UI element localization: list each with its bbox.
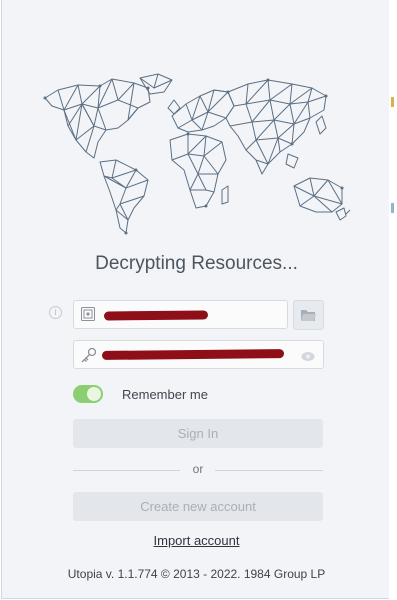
storage-path-field[interactable] [73,300,288,329]
world-map-illustration [43,73,351,235]
eye-icon[interactable] [301,349,315,367]
browse-folder-button[interactable] [293,300,324,330]
edge-marker [391,203,394,213]
redacted-password [101,349,285,360]
toggle-knob [87,387,101,401]
import-account-link[interactable]: Import account [2,533,391,548]
key-icon [80,347,98,368]
password-field[interactable] [73,340,324,369]
sign-in-button[interactable]: Sign In [73,419,323,448]
remember-me-label: Remember me [122,387,208,402]
divider-left [73,470,180,471]
remember-me-toggle[interactable] [73,385,103,403]
edge-marker [391,97,394,107]
version-footer: Utopia v. 1.1.774 © 2013 - 2022. 1984 Gr… [67,567,326,581]
window-edge [389,0,397,600]
divider-right [215,470,323,471]
folder-icon [300,308,317,327]
info-icon[interactable]: i [49,306,62,319]
create-account-button[interactable]: Create new account [73,492,323,521]
or-separator: or [192,462,204,476]
decrypting-status: Decrypting Resources... [95,253,298,274]
redacted-storage-path [103,310,209,321]
storage-icon [80,306,96,327]
login-panel: Decrypting Resources... i Remember me Si… [1,0,390,599]
